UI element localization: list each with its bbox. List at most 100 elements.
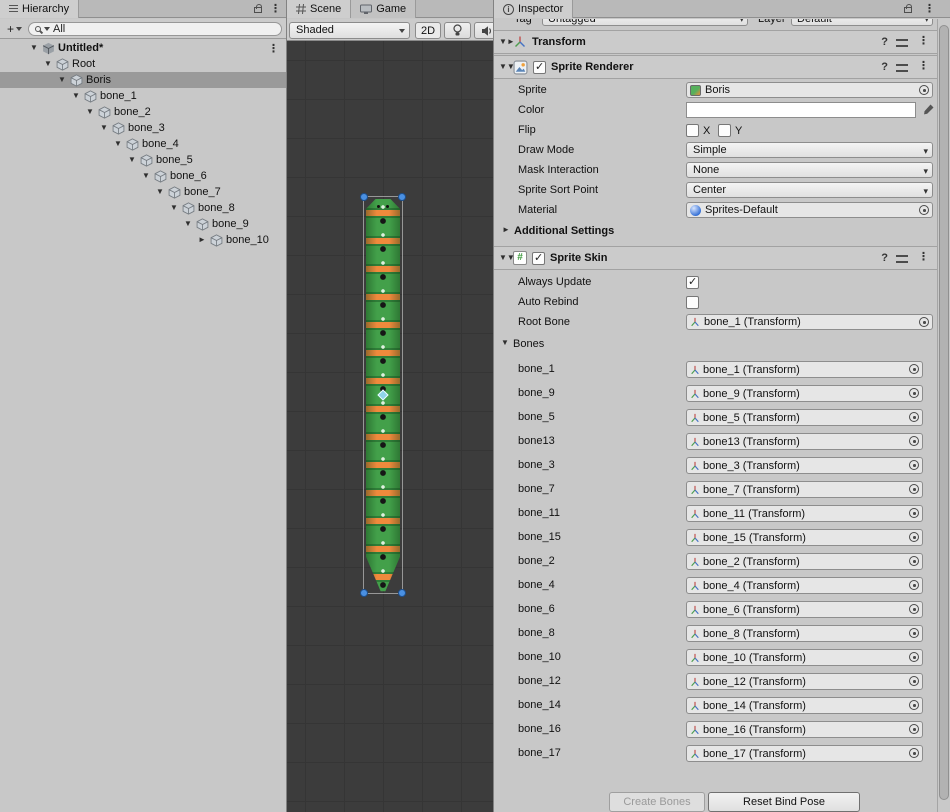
bone-transform-field[interactable]: bone_4 (Transform) xyxy=(686,577,923,594)
kebab-menu-icon[interactable] xyxy=(924,2,934,15)
selection-handle-bottom-left[interactable] xyxy=(360,589,368,597)
lock-icon[interactable] xyxy=(254,7,262,13)
object-picker-icon[interactable] xyxy=(909,532,919,542)
object-picker-icon[interactable] xyxy=(909,604,919,614)
bone-transform-field[interactable]: bone_11 (Transform) xyxy=(686,505,923,522)
sprite-renderer-component-header[interactable]: ▼ Sprite Renderer xyxy=(494,55,937,79)
object-picker-icon[interactable] xyxy=(909,580,919,590)
object-picker-icon[interactable] xyxy=(909,460,919,470)
add-object-button[interactable]: + xyxy=(4,22,26,36)
bone-transform-field[interactable]: bone_14 (Transform) xyxy=(686,697,923,714)
transform-component-header[interactable]: ► Transform xyxy=(494,30,937,54)
bones-foldout-row[interactable]: ▼ Bones xyxy=(494,335,937,353)
material-object-field[interactable]: Sprites-Default xyxy=(686,202,933,218)
foldout-arrow-icon[interactable] xyxy=(156,184,165,200)
scene-audio-button[interactable] xyxy=(474,22,493,39)
hierarchy-row[interactable]: bone_4 xyxy=(0,136,286,152)
presets-icon[interactable] xyxy=(896,39,908,47)
bone-transform-field[interactable]: bone_15 (Transform) xyxy=(686,529,923,546)
flip-y-checkbox[interactable] xyxy=(718,124,731,137)
foldout-arrow-icon[interactable] xyxy=(128,152,137,168)
foldout-arrow-icon[interactable] xyxy=(44,56,53,72)
foldout-arrow-icon[interactable]: ► xyxy=(499,34,508,50)
object-picker-icon[interactable] xyxy=(909,484,919,494)
color-swatch[interactable] xyxy=(686,102,916,118)
shading-mode-dropdown[interactable]: Shaded xyxy=(289,22,410,39)
create-bones-button[interactable]: Create Bones xyxy=(609,792,705,812)
object-picker-icon[interactable] xyxy=(909,556,919,566)
kebab-menu-icon[interactable] xyxy=(918,59,928,72)
foldout-arrow-icon[interactable] xyxy=(114,136,123,152)
bone-transform-field[interactable]: bone_17 (Transform) xyxy=(686,745,923,762)
presets-icon[interactable] xyxy=(896,64,908,72)
always-update-checkbox[interactable] xyxy=(686,276,699,289)
foldout-arrow-icon[interactable] xyxy=(170,200,179,216)
tag-dropdown[interactable]: Untagged xyxy=(542,19,748,26)
foldout-arrow-icon[interactable] xyxy=(184,216,193,232)
kebab-menu-icon[interactable] xyxy=(918,250,928,263)
foldout-arrow-icon[interactable] xyxy=(72,88,81,104)
bone-transform-field[interactable]: bone_9 (Transform) xyxy=(686,385,923,402)
object-picker-icon[interactable] xyxy=(909,364,919,374)
bone-transform-field[interactable]: bone13 (Transform) xyxy=(686,433,923,450)
help-icon[interactable] xyxy=(881,61,888,73)
object-picker-icon[interactable] xyxy=(919,85,929,95)
bone-transform-field[interactable]: bone_10 (Transform) xyxy=(686,649,923,666)
root-bone-object-field[interactable]: bone_1 (Transform) xyxy=(686,314,933,330)
inspector-scrollbar[interactable] xyxy=(937,19,950,812)
foldout-arrow-icon[interactable]: ▼ xyxy=(501,338,510,347)
kebab-menu-icon[interactable] xyxy=(918,34,928,47)
bone-transform-field[interactable]: bone_2 (Transform) xyxy=(686,553,923,570)
foldout-arrow-icon[interactable] xyxy=(142,168,151,184)
foldout-arrow-icon[interactable]: ▼ xyxy=(499,250,508,266)
hierarchy-tab[interactable]: Hierarchy xyxy=(0,0,79,18)
foldout-arrow-icon[interactable]: ► xyxy=(502,225,511,234)
hierarchy-row[interactable]: bone_2 xyxy=(0,104,286,120)
foldout-arrow-icon[interactable] xyxy=(100,120,109,136)
lock-icon[interactable] xyxy=(904,7,912,13)
selection-handle-bottom-right[interactable] xyxy=(398,589,406,597)
object-picker-icon[interactable] xyxy=(909,436,919,446)
object-picker-icon[interactable] xyxy=(909,508,919,518)
tab-game[interactable]: Game xyxy=(351,0,416,18)
bone-transform-field[interactable]: bone_7 (Transform) xyxy=(686,481,923,498)
object-picker-icon[interactable] xyxy=(909,412,919,422)
toggle-2d-button[interactable]: 2D xyxy=(415,22,441,39)
auto-rebind-checkbox[interactable] xyxy=(686,296,699,309)
help-icon[interactable] xyxy=(881,36,888,48)
additional-settings-row[interactable]: ► Additional Settings xyxy=(494,222,937,242)
hierarchy-row[interactable]: bone_8 xyxy=(0,200,286,216)
help-icon[interactable] xyxy=(881,252,888,264)
hierarchy-search-input[interactable]: All xyxy=(28,22,282,36)
sort-point-dropdown[interactable]: Center xyxy=(686,182,933,198)
flip-x-checkbox[interactable] xyxy=(686,124,699,137)
hierarchy-row[interactable]: bone_10 xyxy=(0,232,286,248)
hierarchy-row[interactable]: Untitled* xyxy=(0,40,286,56)
foldout-arrow-icon[interactable] xyxy=(58,72,67,88)
reset-bind-pose-button[interactable]: Reset Bind Pose xyxy=(708,792,860,812)
foldout-arrow-icon[interactable] xyxy=(86,104,95,120)
bone-transform-field[interactable]: bone_1 (Transform) xyxy=(686,361,923,378)
object-picker-icon[interactable] xyxy=(909,700,919,710)
bone-transform-field[interactable]: bone_16 (Transform) xyxy=(686,721,923,738)
layer-dropdown[interactable]: Default xyxy=(791,19,933,26)
object-picker-icon[interactable] xyxy=(909,676,919,686)
hierarchy-row[interactable]: bone_6 xyxy=(0,168,286,184)
draw-mode-dropdown[interactable]: Simple xyxy=(686,142,933,158)
object-picker-icon[interactable] xyxy=(909,388,919,398)
bone-transform-field[interactable]: bone_3 (Transform) xyxy=(686,457,923,474)
component-enabled-checkbox[interactable] xyxy=(532,252,545,265)
hierarchy-row[interactable]: Boris xyxy=(0,72,286,88)
hierarchy-row[interactable]: bone_3 xyxy=(0,120,286,136)
scene-lighting-button[interactable] xyxy=(444,22,471,39)
scrollbar-thumb[interactable] xyxy=(939,25,949,800)
selection-handle-top-right[interactable] xyxy=(398,193,406,201)
sprite-object-field[interactable]: Boris xyxy=(686,82,933,98)
scene-viewport[interactable] xyxy=(287,41,493,812)
kebab-menu-icon[interactable] xyxy=(270,2,280,15)
object-picker-icon[interactable] xyxy=(909,628,919,638)
foldout-arrow-icon[interactable] xyxy=(198,232,207,248)
object-picker-icon[interactable] xyxy=(909,748,919,758)
sprite-skin-component-header[interactable]: ▼ Sprite Skin xyxy=(494,246,937,270)
mask-interaction-dropdown[interactable]: None xyxy=(686,162,933,178)
